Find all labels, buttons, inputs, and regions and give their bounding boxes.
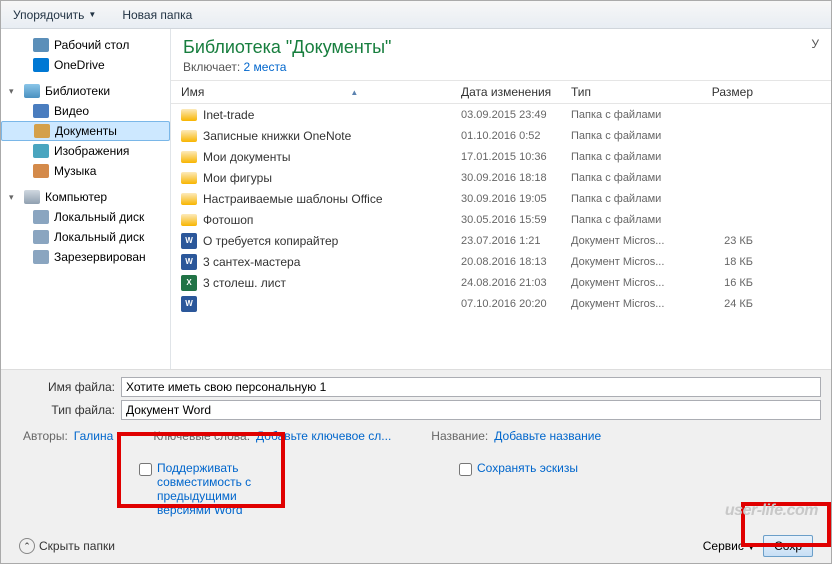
chevron-down-icon: ▼: [88, 10, 96, 19]
file-list[interactable]: Inet-trade03.09.2015 23:49Папка с файлам…: [171, 104, 831, 369]
excel-icon: X: [181, 275, 197, 291]
filetype-input[interactable]: [121, 400, 821, 420]
thumbs-checkbox[interactable]: Сохранять эскизы: [459, 461, 578, 517]
toolbar: Упорядочить ▼ Новая папка: [1, 1, 831, 29]
folder-icon: [181, 151, 197, 163]
hide-folders-button[interactable]: ⌃Скрыть папки: [19, 538, 115, 554]
title-label: Название:: [431, 429, 488, 443]
tags-label: Ключевые слова:: [153, 429, 250, 443]
file-row[interactable]: W07.10.2016 20:20Документ Micros...24 КБ: [171, 293, 831, 314]
filetype-label: Тип файла:: [11, 403, 121, 417]
tools-button[interactable]: Сервис ▼: [703, 539, 755, 553]
file-row[interactable]: Мои фигуры30.09.2016 18:18Папка с файлам…: [171, 167, 831, 188]
file-row[interactable]: Записные книжки OneNote01.10.2016 0:52Па…: [171, 125, 831, 146]
arrange-by-label: У: [811, 37, 819, 51]
folder-icon: [181, 172, 197, 184]
tree-item[interactable]: Локальный диск: [1, 227, 170, 247]
tags-value[interactable]: Добавьте ключевое сл...: [256, 429, 391, 443]
file-row[interactable]: Настраиваемые шаблоны Office30.09.2016 1…: [171, 188, 831, 209]
chevron-down-icon: ▾: [9, 86, 19, 97]
file-row[interactable]: Inet-trade03.09.2015 23:49Папка с файлам…: [171, 104, 831, 125]
folder-icon: [181, 193, 197, 205]
tree-item[interactable]: Локальный диск: [1, 207, 170, 227]
save-button[interactable]: Сохр: [763, 535, 813, 557]
filename-label: Имя файла:: [11, 380, 121, 394]
new-folder-button[interactable]: Новая папка: [116, 6, 198, 24]
tree-item[interactable]: Изображения: [1, 141, 170, 161]
filename-input[interactable]: [121, 377, 821, 397]
library-title: Библиотека "Документы": [183, 37, 391, 58]
content-header: Библиотека "Документы" Включает: 2 места…: [171, 29, 831, 81]
tree-item[interactable]: Рабочий стол: [1, 35, 170, 55]
folder-icon: [181, 214, 197, 226]
title-value[interactable]: Добавьте название: [494, 429, 601, 443]
includes-link[interactable]: 2 места: [244, 60, 287, 74]
word-icon: W: [181, 296, 197, 312]
file-row[interactable]: X3 столеш. лист24.08.2016 21:03Документ …: [171, 272, 831, 293]
tree-item[interactable]: Документы: [1, 121, 170, 141]
chevron-down-icon: ▼: [747, 543, 755, 552]
chevron-up-icon: ⌃: [19, 538, 35, 554]
authors-label: Авторы:: [23, 429, 68, 443]
compat-checkbox[interactable]: Поддерживать совместимость с предыдущими…: [139, 461, 279, 517]
tree-item[interactable]: Зарезервирован: [1, 247, 170, 267]
tree-computer[interactable]: ▾Компьютер: [1, 187, 170, 207]
tree-item[interactable]: Видео: [1, 101, 170, 121]
tree-item[interactable]: Музыка: [1, 161, 170, 181]
folder-icon: [181, 109, 197, 121]
tree-libraries[interactable]: ▾Библиотеки: [1, 81, 170, 101]
word-icon: W: [181, 233, 197, 249]
sort-indicator-icon: ▲: [350, 88, 358, 97]
organize-button[interactable]: Упорядочить ▼: [7, 6, 102, 24]
authors-value[interactable]: Галина: [74, 429, 114, 443]
file-row[interactable]: WО требуется копирайтер23.07.2016 1:21До…: [171, 230, 831, 251]
file-row[interactable]: Фотошоп30.05.2016 15:59Папка с файлами: [171, 209, 831, 230]
chevron-down-icon: ▾: [9, 192, 19, 203]
tree-item[interactable]: OneDrive: [1, 55, 170, 75]
column-headers[interactable]: Имя▲ Дата изменения Тип Размер: [171, 81, 831, 104]
folder-icon: [181, 130, 197, 142]
sidebar: Рабочий столOneDrive ▾Библиотеки ВидеоДо…: [1, 29, 171, 369]
word-icon: W: [181, 254, 197, 270]
file-row[interactable]: Мои документы17.01.2015 10:36Папка с фай…: [171, 146, 831, 167]
file-row[interactable]: W3 сантех-мастера20.08.2016 18:13Докумен…: [171, 251, 831, 272]
